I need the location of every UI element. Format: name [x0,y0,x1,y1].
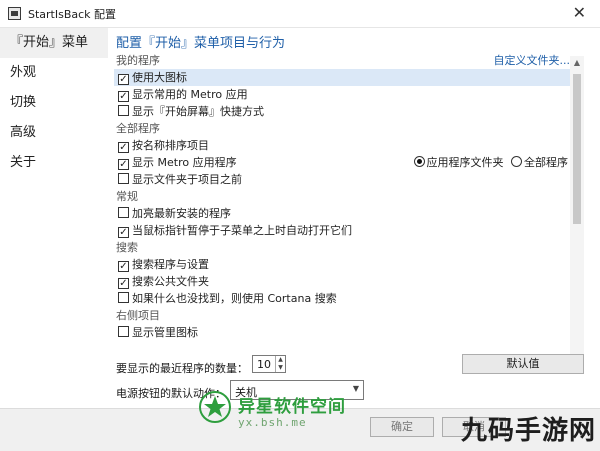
option-row[interactable]: ✓ 搜索程序与设置 [114,256,584,273]
option-row[interactable]: ✓ 当鼠标指针暂停于子菜单之上时自动打开它们 [114,222,584,239]
option-label: 显示文件夹于项目之前 [132,173,242,186]
option-row[interactable]: 加亮最新安装的程序 [114,205,584,222]
power-action-select[interactable]: 关机 ▼ [230,380,364,400]
radio-app-folder[interactable] [413,156,425,167]
sidebar-item-about[interactable]: 关于 [0,148,108,178]
option-label: 搜索程序与设置 [132,258,209,271]
title-bar: StartIsBack 配置 ✕ [0,0,600,28]
checkbox[interactable] [118,292,129,303]
app-icon [8,7,21,20]
sidebar-item-advanced[interactable]: 高级 [0,118,108,148]
radio-label: 应用程序文件夹 [426,156,504,169]
checkbox[interactable]: ✓ [118,159,129,170]
checkbox[interactable] [118,326,129,337]
radio-all-programs[interactable] [511,156,522,167]
option-row[interactable]: ✓ 搜索公共文件夹 [114,273,584,290]
checkbox[interactable]: ✓ [118,142,129,153]
option-label: 如果什么也没找到，则使用 Cortana 搜索 [132,292,337,305]
group-header: 常规 [116,190,138,203]
option-label: 显示常用的 Metro 应用 [132,88,248,101]
checkbox[interactable]: ✓ [118,227,129,238]
power-action-value: 关机 [235,386,257,399]
option-row[interactable]: ✓ 使用大图标 [114,69,584,86]
option-label: 显示『开始屏幕』快捷方式 [132,105,264,118]
window-title: StartIsBack 配置 [28,8,117,21]
chevron-down-icon: ▼ [352,384,359,393]
group-header-text: 右侧项目 [116,309,160,322]
option-row[interactable]: 显示『开始屏幕』快捷方式 [114,103,584,120]
corner-watermark: 九码手游网 [460,416,596,446]
sidebar-item-appearance[interactable]: 外观 [0,58,108,88]
stepper-arrows-icon[interactable]: ▲ ▼ [275,356,285,372]
close-icon[interactable]: ✕ [573,3,586,22]
option-row[interactable]: ✓ 显示 Metro 应用程序 应用程序文件夹 全部程序 [114,154,584,171]
option-row[interactable]: ✓ 按名称排序项目 [114,137,584,154]
scroll-thumb[interactable] [573,74,581,224]
checkbox[interactable] [118,105,129,116]
option-row[interactable]: 显示管里图标 [114,324,584,341]
radio-label: 全部程序 [524,156,568,169]
power-action-label: 电源按钮的默认动作： [116,387,226,400]
sidebar-item-start-menu[interactable]: 『开始』菜单 [0,28,108,58]
checkbox[interactable] [118,173,129,184]
option-label: 当鼠标指针暂停于子菜单之上时自动打开它们 [132,224,352,237]
recent-count-value: 10 [257,358,271,371]
recent-count-stepper[interactable]: 10 ▲ ▼ [252,355,286,373]
option-row[interactable]: 显示文件夹于项目之前 [114,171,584,188]
option-label: 搜索公共文件夹 [132,275,209,288]
option-row[interactable]: 如果什么也没找到，则使用 Cortana 搜索 [114,290,584,307]
main-panel: 配置『开始』菜单项目与行为 我的程序 ✓ 使用大图标 ✓ 显示常用的 Metro 应… [108,28,600,451]
group-header: 全部程序 [116,122,160,135]
option-label: 使用大图标 [132,71,187,84]
custom-folders-link[interactable]: 自定义文件夹... [494,52,571,69]
ok-button[interactable]: 确定 [370,417,434,437]
sidebar: 『开始』菜单 外观 切换 高级 关于 [0,28,108,451]
default-values-button[interactable]: 默认值 [462,354,584,374]
group-header: 搜索 [116,241,138,254]
checkbox[interactable]: ✓ [118,74,129,85]
option-label: 显示 Metro 应用程序 [132,156,237,169]
checkbox[interactable]: ✓ [118,261,129,272]
option-label: 按名称排序项目 [132,139,209,152]
recent-count-label: 要显示的最近程序的数量： [116,362,248,375]
option-row[interactable]: ✓ 显示常用的 Metro 应用 [114,86,584,103]
page-title: 配置『开始』菜单项目与行为 [116,36,286,51]
metro-view-radios: 应用程序文件夹 全部程序 [413,154,573,171]
group-header: 右侧项目 自定义文件夹... [114,54,584,324]
list-scrollbar[interactable]: ▲ ▼ [570,56,584,372]
options-list: 我的程序 ✓ 使用大图标 ✓ 显示常用的 Metro 应用 显示『开始屏幕』快捷方式… [114,52,584,368]
option-label: 加亮最新安装的程序 [132,207,231,220]
checkbox[interactable] [118,207,129,218]
checkbox[interactable]: ✓ [118,91,129,102]
option-label: 显示管里图标 [132,326,198,339]
checkbox[interactable]: ✓ [118,278,129,289]
scroll-up-icon[interactable]: ▲ [570,56,584,70]
sidebar-item-switching[interactable]: 切换 [0,88,108,118]
